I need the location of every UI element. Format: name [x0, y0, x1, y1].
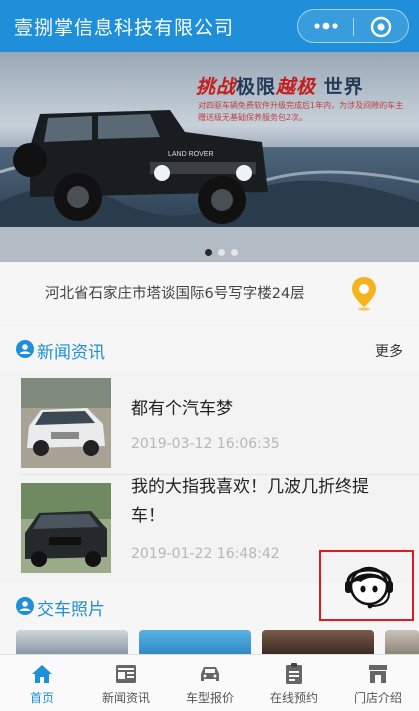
banner-carousel[interactable]: LAND ROVER 挑战极限越极 世界 对四驱车辆免费软件升级完成后1年内，为…	[0, 52, 419, 262]
slogan-part-3: 越极	[276, 76, 317, 98]
address-text: 河北省石家庄市塔谈国际6号写字楼24层	[45, 286, 305, 302]
tab-label: 门店介绍	[353, 691, 402, 705]
delivery-photos-strip	[0, 628, 419, 654]
tab-car-prices[interactable]: 车型报价	[168, 655, 252, 711]
slogan-part-2: 极限	[236, 76, 277, 98]
tab-label: 车型报价	[185, 691, 234, 705]
slogan-part-1: 挑战	[196, 76, 237, 98]
newspaper-icon	[116, 665, 136, 683]
tab-label: 首页	[29, 691, 54, 705]
news-headline: 都有个汽车梦	[131, 399, 233, 419]
news-date: 2019-03-12 16:06:35	[131, 436, 280, 452]
carousel-indicators	[205, 241, 244, 260]
delivery-photo[interactable]	[139, 630, 251, 654]
address-bar[interactable]: 河北省石家庄市塔谈国际6号写字楼24层	[0, 262, 419, 324]
title-bar: 壹捌掌信息科技有限公司	[0, 0, 419, 52]
news-thumbnail	[21, 378, 111, 468]
store-icon	[369, 665, 387, 683]
car-icon	[201, 667, 219, 681]
banner-slogan: 挑战极限越极 世界	[196, 72, 364, 99]
more-dots-icon[interactable]	[314, 21, 338, 31]
delivery-photo[interactable]	[262, 630, 374, 654]
photos-section-icon	[16, 597, 34, 615]
carousel-dot[interactable]	[231, 249, 238, 256]
news-thumbnail	[21, 483, 111, 573]
home-icon	[32, 665, 52, 683]
carousel-dot-active[interactable]	[205, 249, 212, 256]
location-pin-icon[interactable]	[349, 275, 379, 311]
news-section-header: 新闻资讯 更多	[0, 326, 419, 372]
customer-service-button[interactable]	[319, 550, 414, 621]
headset-agent-icon	[345, 566, 393, 609]
bottom-tab-bar: 首页 新闻资讯 车型报价 在线预约 门店介绍	[0, 654, 419, 711]
news-item[interactable]: 都有个汽车梦 2019-03-12 16:06:35	[0, 370, 419, 474]
news-date: 2019-01-22 16:48:42	[131, 546, 280, 562]
svg-text:LAND ROVER: LAND ROVER	[168, 151, 214, 158]
close-circle-icon[interactable]	[370, 16, 392, 38]
mini-program-capsule	[297, 9, 409, 43]
delivery-photo[interactable]	[385, 630, 419, 654]
tab-store[interactable]: 门店介绍	[336, 655, 419, 711]
tab-home[interactable]: 首页	[0, 655, 84, 711]
app-title: 壹捌掌信息科技有限公司	[14, 17, 235, 39]
tab-booking[interactable]: 在线预约	[252, 655, 336, 711]
tab-label: 新闻资讯	[101, 691, 150, 705]
delivery-photo[interactable]	[16, 630, 128, 654]
tab-label: 在线预约	[269, 691, 318, 705]
capsule-separator	[353, 18, 354, 36]
news-more-link[interactable]: 更多	[375, 341, 403, 361]
clipboard-icon	[286, 663, 302, 684]
carousel-dot[interactable]	[218, 249, 225, 256]
news-section-icon	[16, 340, 34, 358]
photos-section-title: 交车照片	[37, 600, 105, 620]
news-section-title: 新闻资讯	[37, 343, 105, 363]
banner-subtext: 对四驱车辆免费软件升级完成后1年内，为涉及间隙的车主赠送级无基础保养服务包2次。	[198, 101, 404, 122]
news-headline: 我的大指我喜欢！几波几折终提车！	[131, 477, 369, 526]
slogan-part-4: 世界	[323, 76, 364, 98]
tab-news[interactable]: 新闻资讯	[84, 655, 168, 711]
